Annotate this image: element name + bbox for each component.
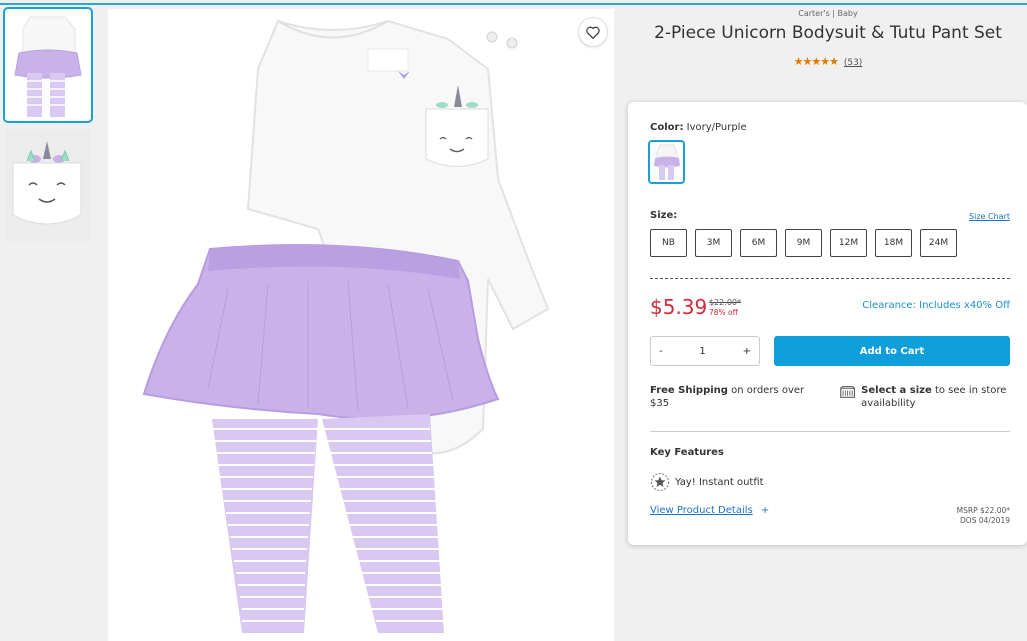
product-title: 2-Piece Unicorn Bodysuit & Tutu Pant Set: [654, 23, 1002, 43]
thumbnail-pocket-detail[interactable]: [5, 129, 91, 241]
store-icon: [840, 386, 855, 398]
store-availability: Select a size to see in store availabili…: [840, 384, 1015, 410]
msrp-info: MSRP $22.00* DOS 04/2019: [957, 506, 1010, 526]
clearance-note: Clearance: Includes x40% Off: [862, 300, 1010, 311]
color-selection: Color: Ivory/Purple: [650, 122, 747, 133]
heart-icon: [586, 26, 600, 39]
store-bold[interactable]: Select a size: [861, 385, 932, 396]
key-features-title: Key Features: [650, 447, 724, 458]
percent-off: 78% off: [709, 308, 738, 317]
star-rating-icon: ★★★★★: [793, 55, 839, 68]
star-badge-icon: [651, 473, 669, 491]
details-plus-icon[interactable]: +: [761, 505, 769, 516]
size-option-9m[interactable]: 9M: [785, 229, 822, 257]
dashed-divider: [650, 278, 1010, 279]
view-product-details-link[interactable]: View Product Details +: [650, 505, 769, 516]
favorite-button[interactable]: [578, 17, 608, 47]
size-options: NB 3M 6M 9M 12M 18M 24M: [650, 229, 957, 257]
shipping-bold: Free Shipping: [650, 385, 728, 396]
product-page: Carter's | Baby 2-Piece Unicorn Bodysuit…: [0, 5, 1027, 641]
quantity-decrease-button[interactable]: -: [659, 346, 663, 357]
pocket-thumbnail-image: [5, 129, 91, 241]
outfit-illustration: [108, 9, 614, 641]
review-count-link[interactable]: (53): [844, 58, 862, 68]
size-option-6m[interactable]: 6M: [740, 229, 777, 257]
size-option-24m[interactable]: 24M: [920, 229, 957, 257]
current-price: $5.39: [650, 295, 708, 319]
msrp-line: MSRP $22.00*: [956, 506, 1010, 515]
size-option-3m[interactable]: 3M: [695, 229, 732, 257]
outfit-thumbnail-image: [5, 9, 91, 121]
product-brand: Carter's | Baby: [798, 9, 858, 18]
size-option-12m[interactable]: 12M: [830, 229, 867, 257]
color-swatch-ivory-purple[interactable]: [648, 140, 685, 184]
quantity-stepper: - 1 +: [650, 336, 760, 366]
size-label: Size:: [650, 210, 678, 221]
product-rating[interactable]: ★★★★★ (53): [628, 55, 1027, 68]
thumbnail-outfit[interactable]: [3, 7, 93, 123]
size-chart-link[interactable]: Size Chart: [969, 212, 1010, 221]
size-option-18m[interactable]: 18M: [875, 229, 912, 257]
swatch-image: [650, 142, 683, 182]
main-product-image: [108, 9, 614, 641]
key-feature-item: Yay! Instant outfit: [650, 472, 764, 492]
dos-line: DOS 04/2019: [960, 516, 1010, 525]
size-option-nb[interactable]: NB: [650, 229, 687, 257]
shipping-info: Free Shipping on orders over $35: [650, 384, 820, 410]
section-divider: [650, 431, 1010, 432]
key-feature-text: Yay! Instant outfit: [675, 476, 764, 488]
quantity-value[interactable]: 1: [699, 346, 705, 357]
add-to-cart-button[interactable]: Add to Cart: [774, 336, 1010, 366]
thumbnail-strip: [3, 7, 95, 249]
details-link-text[interactable]: View Product Details: [650, 505, 753, 516]
purchase-panel: Color: Ivory/Purple Size: Size Chart NB …: [628, 102, 1027, 545]
original-price: $22.00*: [709, 298, 741, 307]
color-label: Color:: [650, 122, 684, 133]
quantity-increase-button[interactable]: +: [743, 346, 751, 357]
color-value: Ivory/Purple: [686, 122, 747, 133]
